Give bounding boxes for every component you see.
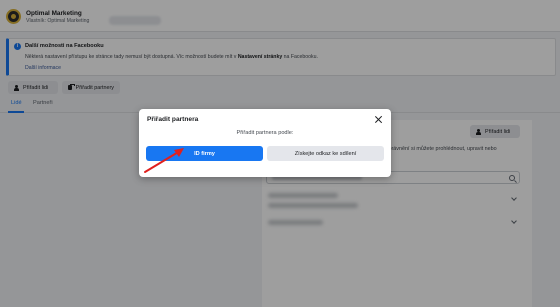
- page: Optimal Marketing Vlastník: Optimal Mark…: [0, 0, 560, 307]
- assign-partner-dialog: Přiřadit partnera Přiřadit partnera podl…: [139, 109, 391, 177]
- share-link-button[interactable]: Získejte odkaz ke sdílení: [267, 146, 384, 161]
- business-id-button[interactable]: ID firmy: [146, 146, 263, 161]
- dialog-title: Přiřadit partnera: [147, 116, 199, 123]
- close-icon[interactable]: [374, 115, 383, 124]
- dialog-subtitle: Přiřadit partnera podle:: [236, 130, 294, 136]
